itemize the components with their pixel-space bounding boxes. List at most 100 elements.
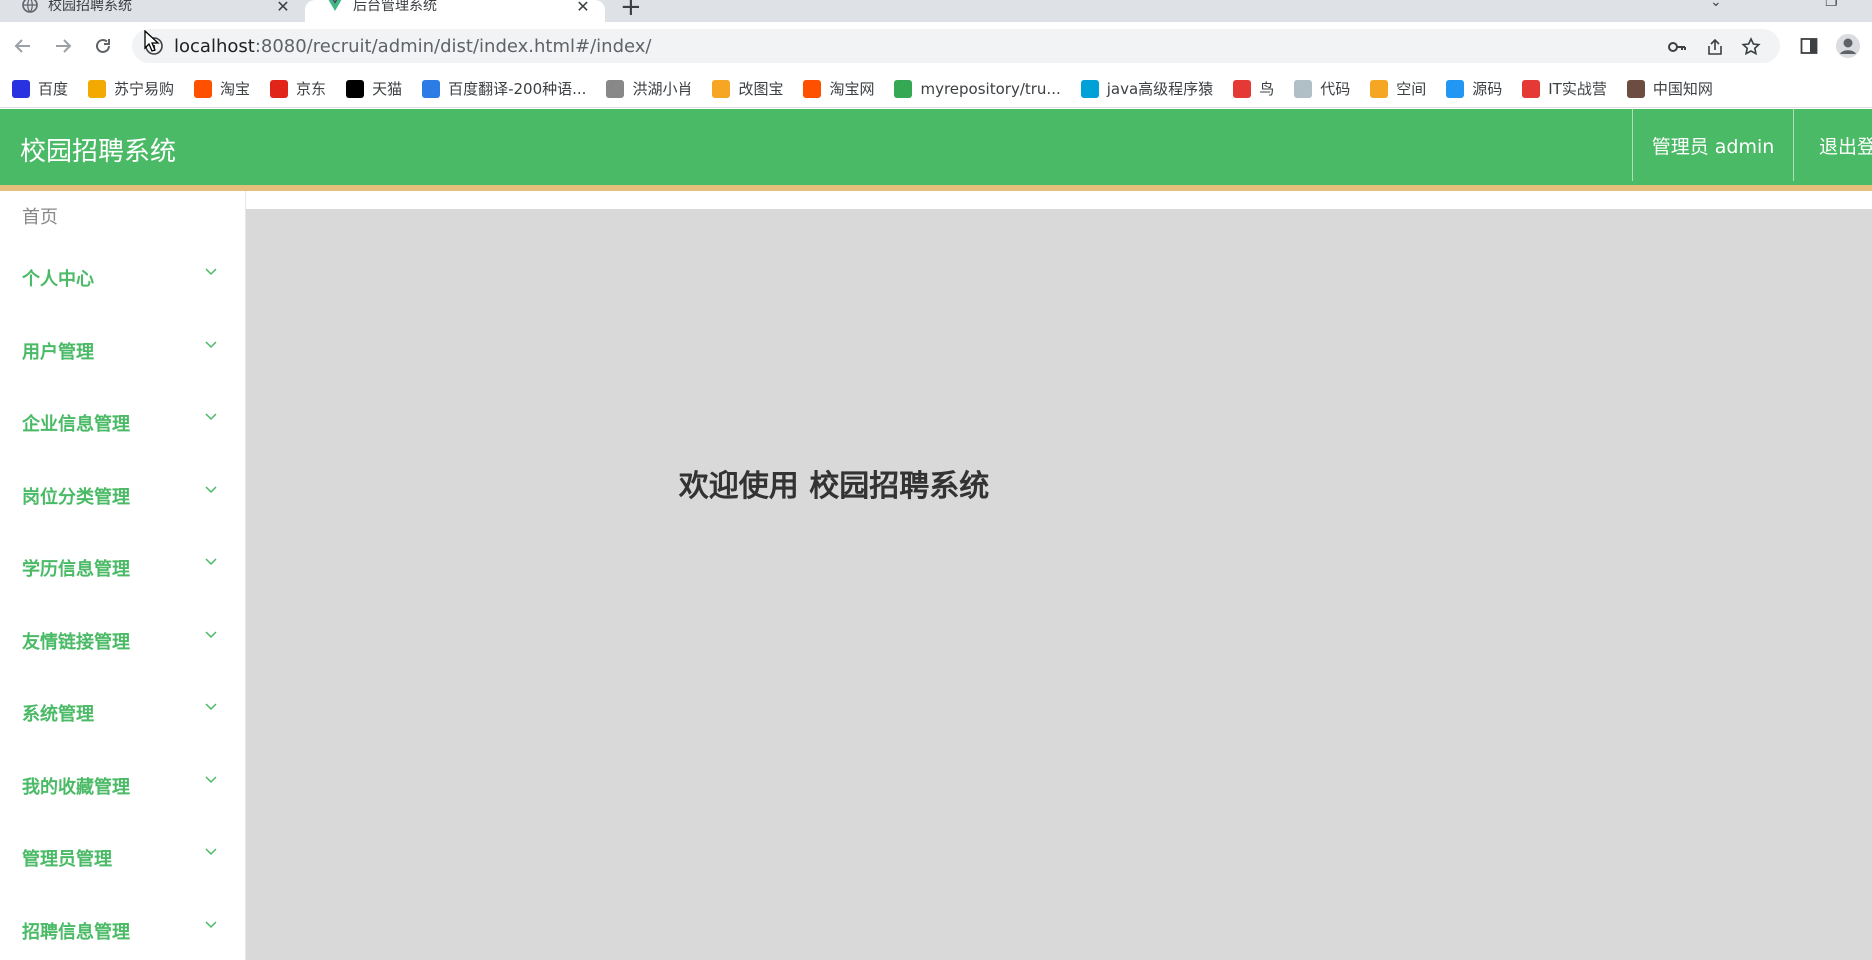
bird-icon — [606, 79, 625, 98]
address-bar[interactable]: localhost:8080/recruit/admin/dist/index.… — [132, 29, 1780, 63]
mouse-cursor-icon — [144, 30, 160, 52]
reload-icon[interactable] — [89, 32, 117, 60]
bookmark-label: 代码 — [1320, 80, 1351, 98]
chevron-down-icon[interactable] — [203, 626, 219, 642]
chrome-icon — [894, 79, 913, 98]
close-tab-icon[interactable]: ✕ — [273, 0, 293, 16]
chevron-down-icon[interactable] — [203, 698, 219, 714]
new-tab-icon[interactable]: + — [620, 0, 642, 22]
sidebar-menu-item[interactable]: 学历信息管理 — [0, 541, 245, 614]
sidebar-menu-item[interactable]: 管理员管理 — [0, 831, 245, 904]
bookmark-star-icon[interactable] — [1740, 36, 1762, 58]
bookmark-item[interactable]: 天猫 — [346, 78, 402, 99]
restore-window-icon[interactable]: ❐ — [1825, 0, 1838, 10]
sidebar-menu-label: 企业信息管理 — [22, 414, 130, 435]
sidebar-menu-label: 个人中心 — [22, 269, 94, 290]
app-header: 校园招聘系统 管理员 admin 退出登录 — [0, 109, 1872, 185]
chevron-down-icon[interactable] — [203, 916, 219, 932]
bookmark-label: 源码 — [1472, 80, 1503, 98]
bookmark-item[interactable]: 空间 — [1370, 78, 1426, 99]
url-text: localhost:8080/recruit/admin/dist/index.… — [174, 36, 651, 57]
share-icon[interactable] — [1704, 36, 1726, 58]
admin-user-label[interactable]: 管理员 admin — [1632, 109, 1793, 181]
bookmark-label: 鸟 — [1259, 80, 1275, 98]
home-link[interactable]: 首页 — [22, 203, 58, 229]
globe-icon — [22, 0, 38, 13]
browser-toolbar: localhost:8080/recruit/admin/dist/index.… — [0, 22, 1872, 70]
sidebar-menu-item[interactable]: 系统管理 — [0, 686, 245, 759]
back-icon[interactable] — [9, 32, 37, 60]
sidebar-menu-item[interactable]: 友情链接管理 — [0, 614, 245, 687]
main-content — [246, 191, 1872, 960]
cnki-icon — [1626, 79, 1645, 98]
bookmark-label: 淘宝 — [220, 80, 251, 98]
bookmark-item[interactable]: 中国知网 — [1626, 78, 1713, 99]
welcome-heading: 欢迎使用 校园招聘系统 — [678, 469, 990, 504]
bilibili-icon — [1080, 79, 1099, 98]
url-host: localhost — [174, 36, 255, 57]
user-label-text: 管理员 admin — [1651, 135, 1775, 158]
qzone-icon — [1370, 79, 1389, 98]
baidu-icon — [12, 79, 30, 98]
bookmark-label: 洪湖小肖 — [632, 80, 693, 98]
bookmark-item[interactable]: myrepository/tru... — [894, 79, 1061, 98]
browser-tab-1[interactable]: 校园招聘系统 ✕ — [0, 0, 305, 22]
bookmark-item[interactable]: 改图宝 — [712, 78, 783, 99]
content-panel — [246, 209, 1872, 960]
sidebar-menu: 个人中心 用户管理 企业信息管理 岗位分类管理 学历信息管理 友情链接管理 系统管理 我的收藏… — [0, 251, 245, 960]
chevron-down-icon[interactable] — [203, 771, 219, 787]
chevron-down-icon[interactable]: ⌄ — [1710, 0, 1722, 10]
bookmark-label: 中国知网 — [1652, 80, 1713, 98]
bookmark-item[interactable]: java高级程序猿 — [1080, 78, 1214, 99]
bookmark-item[interactable]: 淘宝 — [194, 78, 250, 99]
browser-tab-2[interactable]: 后台管理系统 ✕ — [305, 0, 605, 22]
bookmark-item[interactable]: IT实战营 — [1522, 78, 1607, 99]
chevron-down-icon[interactable] — [203, 408, 219, 424]
tmall-icon — [346, 79, 365, 98]
tab-title: 后台管理系统 — [353, 0, 437, 14]
sidebar-menu-label: 用户管理 — [22, 341, 94, 363]
fish-icon — [1446, 79, 1465, 98]
tab-strip: 校园招聘系统 ✕ 后台管理系统 ✕ + ⌄ ❐ — [0, 0, 1872, 22]
bookmark-label: java高级程序猿 — [1106, 80, 1214, 98]
sidebar-menu-label: 友情链接管理 — [22, 631, 130, 653]
chevron-down-icon[interactable] — [203, 263, 219, 279]
bookmark-item[interactable]: 鸟 — [1233, 78, 1274, 99]
sidebar-menu-item[interactable]: 企业信息管理 — [0, 396, 245, 469]
bookmark-item[interactable]: 京东 — [270, 78, 326, 99]
url-path: :8080/recruit/admin/dist/index.html#/ind… — [254, 36, 652, 57]
bookmark-label: IT实战营 — [1548, 80, 1607, 98]
sidebar-menu-item[interactable]: 个人中心 — [0, 251, 245, 324]
chevron-down-icon[interactable] — [203, 843, 219, 859]
taobao-icon — [194, 79, 213, 98]
sidebar-menu-item[interactable]: 我的收藏管理 — [0, 759, 245, 832]
gaitubao-icon — [712, 79, 731, 98]
sidebar-menu-item[interactable]: 用户管理 — [0, 324, 245, 397]
bookmark-item[interactable]: 百度 — [12, 78, 68, 99]
bookmark-label: 改图宝 — [738, 80, 784, 98]
bookmark-label: 苏宁易购 — [114, 80, 175, 98]
forward-icon[interactable] — [49, 32, 77, 60]
bookmark-item[interactable]: 代码 — [1294, 78, 1350, 99]
key-icon[interactable] — [1666, 36, 1688, 58]
bookmark-item[interactable]: 百度翻译-200种语... — [422, 78, 586, 99]
logout-button[interactable]: 退出登录 — [1793, 109, 1872, 181]
close-tab-icon[interactable]: ✕ — [573, 0, 593, 16]
profile-avatar-icon[interactable] — [1834, 32, 1862, 60]
bookmark-item[interactable]: 苏宁易购 — [88, 78, 174, 99]
sidebar-menu-label: 学历信息管理 — [22, 559, 130, 580]
chevron-down-icon[interactable] — [203, 553, 219, 569]
side-panel-icon[interactable] — [1795, 32, 1823, 60]
chevron-down-icon[interactable] — [203, 336, 219, 352]
app-title: 校园招聘系统 — [20, 137, 177, 167]
bookmark-item[interactable]: 洪湖小肖 — [606, 78, 692, 99]
bookmark-item[interactable]: 淘宝网 — [803, 78, 874, 99]
vue-icon — [327, 0, 343, 13]
sidebar-menu-label: 我的收藏管理 — [22, 776, 130, 798]
sidebar-menu-item[interactable]: 招聘信息管理 — [0, 904, 245, 960]
logout-label: 退出登录 — [1819, 135, 1872, 158]
bookmark-label: 京东 — [296, 80, 327, 98]
suning-icon — [88, 79, 107, 98]
bookmark-item[interactable]: 源码 — [1446, 78, 1502, 99]
code-icon — [1294, 79, 1313, 98]
